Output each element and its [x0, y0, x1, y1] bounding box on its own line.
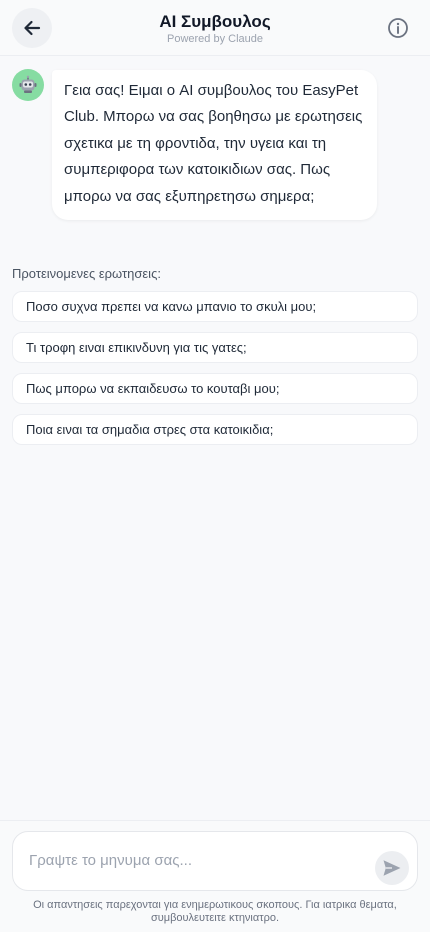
- composer-box: [12, 831, 418, 891]
- header-titles: AI Συμβουλος Powered by Claude: [0, 12, 430, 46]
- suggestion-chip[interactable]: Πως μπορω να εκπαιδευσω το κουταβι μου;: [12, 373, 418, 404]
- assistant-avatar: [12, 69, 44, 101]
- page-title: AI Συμβουλος: [159, 12, 271, 31]
- assistant-message: Γεια σας! Ειμαι ο AI συμβουλος του EasyP…: [52, 70, 377, 221]
- disclaimer-text: Οι απαντησεις παρεχονται για ενημερωτικο…: [33, 899, 397, 924]
- send-button[interactable]: [375, 851, 409, 885]
- robot-icon: [19, 75, 37, 93]
- suggestion-chip[interactable]: Ποια ειναι τα σημαδια στρες στα κατοικιδ…: [12, 414, 418, 445]
- send-icon: [383, 860, 401, 876]
- suggestions-label: Προτεινομενες ερωτησεις:: [12, 266, 161, 281]
- info-button[interactable]: [387, 17, 409, 39]
- suggestions-list: Ποσο συχνα πρεπει να κανω μπανιο το σκυλ…: [12, 291, 418, 455]
- message-input[interactable]: [29, 852, 369, 876]
- suggestion-chip[interactable]: Ποσο συχνα πρεπει να κανω μπανιο το σκυλ…: [12, 291, 418, 322]
- composer-area: Οι απαντησεις παρεχονται για ενημερωτικο…: [0, 820, 430, 932]
- page-subtitle: Powered by Claude: [166, 33, 263, 45]
- suggestion-chip[interactable]: Τι τροφη ειναι επικινδυνη για τις γατες;: [12, 332, 418, 363]
- info-circle-icon: [388, 18, 408, 38]
- header: AI Συμβουλος Powered by Claude: [0, 0, 430, 56]
